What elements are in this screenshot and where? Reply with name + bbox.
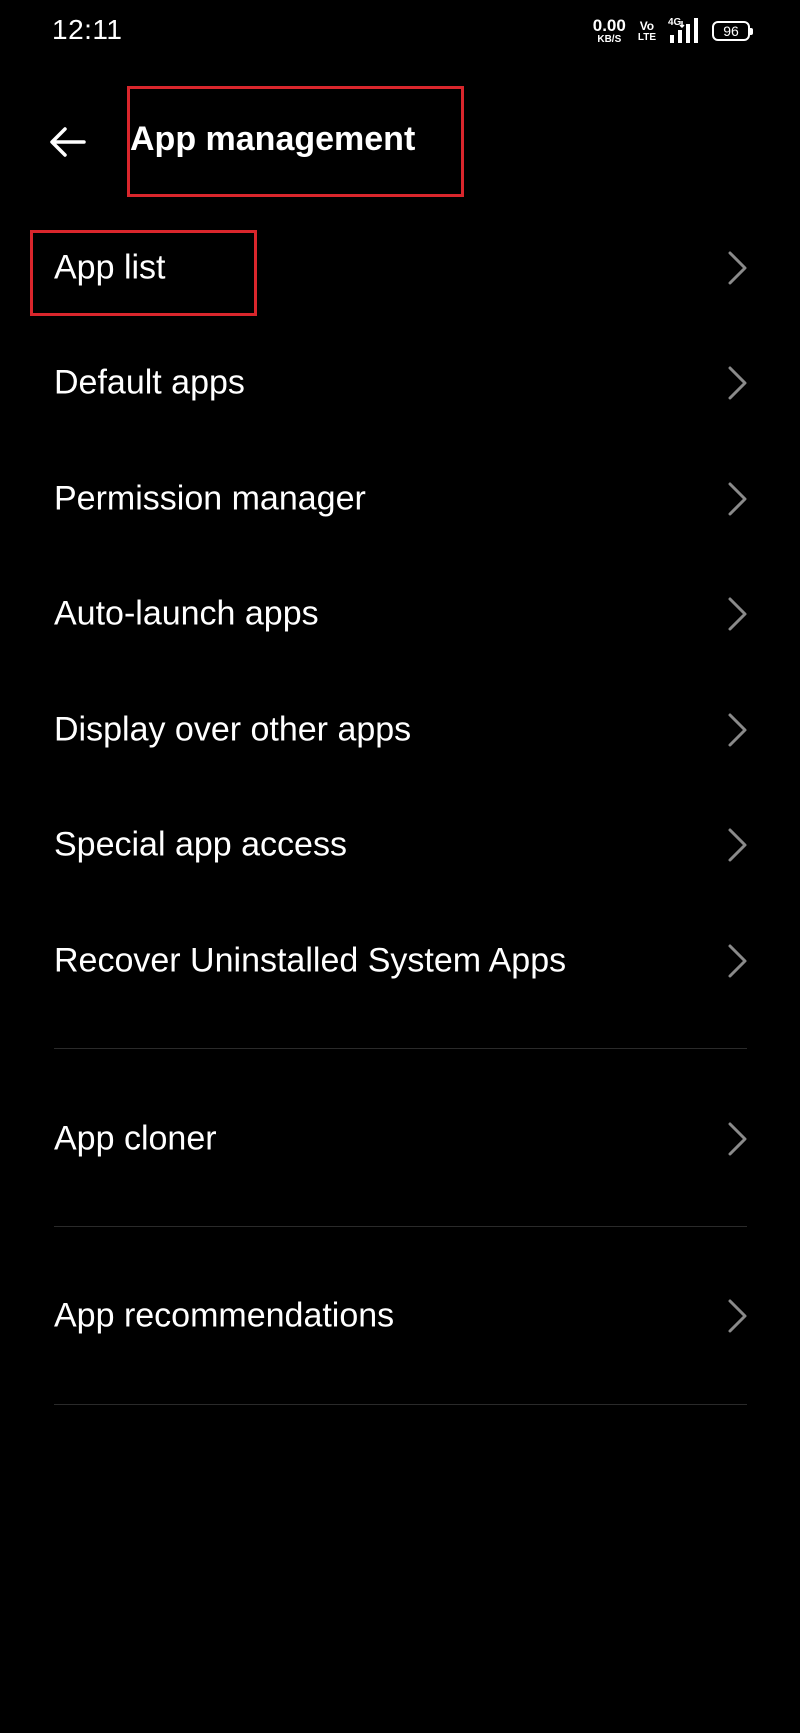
menu-item-label: Recover Uninstalled System Apps [54,941,567,980]
menu-item-label: Permission manager [54,479,366,518]
menu-item-app-recommendations[interactable]: App recommendations [0,1266,800,1366]
menu-item-auto-launch-apps[interactable]: Auto-launch apps [0,564,800,664]
volte-bottom-text: LTE [637,31,656,43]
menu-item-permission-manager[interactable]: Permission manager [0,449,800,549]
menu-item-label: App list [54,248,166,287]
chevron-right-icon [728,366,747,400]
menu-item-app-list[interactable]: App list [0,218,800,318]
app-bar: App management [0,86,800,198]
menu-item-label: Default apps [54,363,245,402]
status-time: 12:11 [52,14,123,45]
chevron-right-icon [728,1122,747,1156]
menu-item-recover-uninstalled-system-apps[interactable]: Recover Uninstalled System Apps [0,911,800,1011]
status-bar: 12:11 0.00 KB/S Vo LTE 4G 96 [0,0,800,64]
battery-icon: 96 [712,21,753,41]
volte-icon: Vo LTE [638,20,656,43]
section-divider [54,1404,747,1405]
network-speed-value: 0.00 [592,16,626,35]
section-divider [54,1226,747,1227]
menu-item-label: App cloner [54,1119,217,1158]
chevron-right-icon [728,597,747,631]
network-type: 4G [668,17,682,28]
section-divider [54,1048,747,1049]
menu-item-label: Auto-launch apps [54,594,319,633]
chevron-right-icon [728,482,747,516]
menu-item-default-apps[interactable]: Default apps [0,333,800,433]
signal-strength-icon: 4G [668,17,700,44]
volte-top-text: Vo [639,18,655,33]
network-speed-unit: KB/S [597,34,622,45]
menu-item-app-cloner[interactable]: App cloner [0,1089,800,1189]
menu-item-display-over-other-apps[interactable]: Display over other apps [0,680,800,780]
chevron-right-icon [728,1299,747,1333]
menu-item-label: Special app access [54,825,347,864]
page-title: App management [130,120,416,158]
menu-item-label: App recommendations [54,1296,395,1335]
menu-item-label: Display over other apps [54,710,412,749]
chevron-right-icon [728,828,747,862]
chevron-right-icon [728,251,747,285]
network-speed: 0.00 KB/S [593,17,626,45]
back-button[interactable] [46,120,90,164]
arrow-left-icon [50,127,86,157]
chevron-right-icon [728,713,747,747]
chevron-right-icon [728,944,747,978]
menu-item-special-app-access[interactable]: Special app access [0,795,800,895]
battery-level: 96 [723,23,739,39]
status-icons: 0.00 KB/S Vo LTE 4G 96 [593,16,753,46]
